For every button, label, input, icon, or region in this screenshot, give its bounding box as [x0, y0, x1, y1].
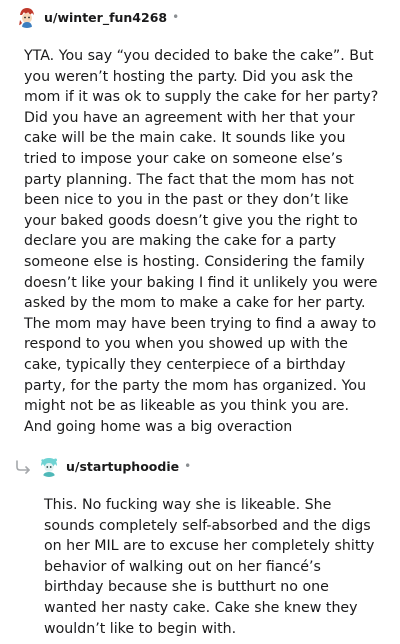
username[interactable]: u/winter_fun4268	[44, 10, 167, 25]
separator-dot: •	[184, 459, 192, 473]
reply-arrow-icon	[14, 459, 32, 474]
snoo-avatar-teal-icon[interactable]	[38, 455, 60, 477]
comment-body: YTA. You say “you decided to bake the ca…	[24, 48, 379, 435]
comment-header: u/startuphoodie •	[14, 454, 191, 478]
separator-dot: •	[172, 10, 180, 24]
comment-body: This. No fucking way she is likeable. Sh…	[44, 497, 375, 637]
snoo-avatar-red-hair-icon[interactable]	[16, 6, 38, 28]
username[interactable]: u/startuphoodie	[66, 459, 179, 474]
comment-header: u/winter_fun4268 •	[16, 5, 179, 29]
